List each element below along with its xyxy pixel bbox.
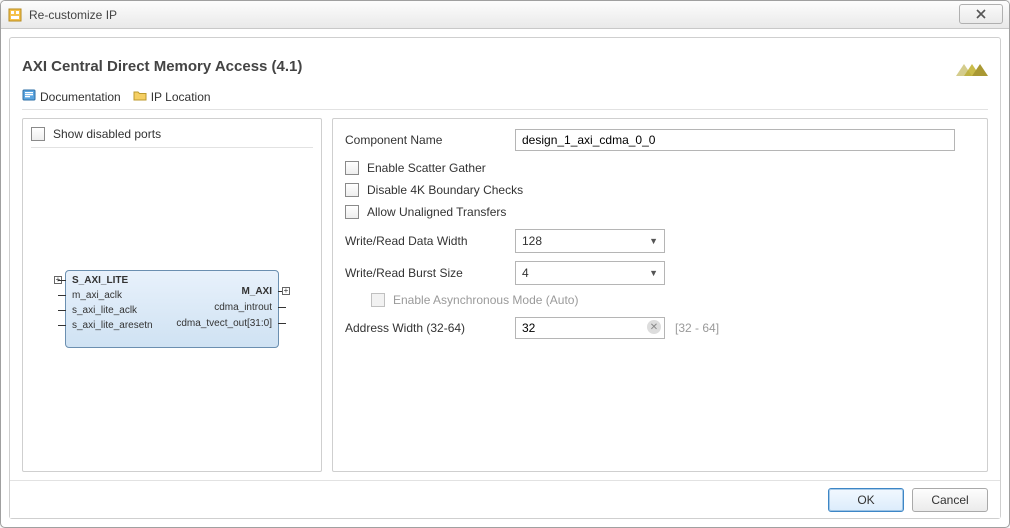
xilinx-logo-icon <box>956 50 988 82</box>
async-mode-checkbox <box>371 293 385 307</box>
content-area: Show disabled ports + S_AXI_LITE m_axi_a… <box>22 118 988 472</box>
component-name-row: Component Name <box>345 129 975 151</box>
burst-size-select[interactable]: 4 ▼ <box>515 261 665 285</box>
link-bar: Documentation IP Location <box>22 88 988 110</box>
enable-sg-label: Enable Scatter Gather <box>367 161 486 175</box>
allow-unaligned-checkbox[interactable] <box>345 205 359 219</box>
data-width-value: 128 <box>522 234 542 248</box>
config-pane: Component Name Enable Scatter Gather Dis… <box>332 118 988 472</box>
show-disabled-ports-row: Show disabled ports <box>31 127 313 148</box>
show-disabled-ports-checkbox[interactable] <box>31 127 45 141</box>
disable-4k-checkbox[interactable] <box>345 183 359 197</box>
titlebar: Re-customize IP <box>1 1 1009 29</box>
folder-icon <box>133 88 147 105</box>
port-label: cdma_introut <box>214 302 272 313</box>
component-name-input[interactable] <box>515 129 955 151</box>
port-label: S_AXI_LITE <box>72 275 128 286</box>
ip-title: AXI Central Direct Memory Access (4.1) <box>22 58 302 75</box>
enable-sg-row: Enable Scatter Gather <box>345 161 975 175</box>
port-label: M_AXI <box>241 286 272 297</box>
burst-size-label: Write/Read Burst Size <box>345 266 515 280</box>
ok-button[interactable]: OK <box>828 488 904 512</box>
data-width-label: Write/Read Data Width <box>345 234 515 248</box>
data-width-row: Write/Read Data Width 128 ▼ <box>345 229 975 253</box>
port-label: cdma_tvect_out[31:0] <box>176 318 272 329</box>
documentation-link[interactable]: Documentation <box>22 88 121 105</box>
addr-width-hint: [32 - 64] <box>675 321 719 335</box>
burst-size-row: Write/Read Burst Size 4 ▼ <box>345 261 975 285</box>
async-mode-row: Enable Asynchronous Mode (Auto) <box>345 293 975 307</box>
close-button[interactable] <box>959 4 1003 24</box>
port-label: s_axi_lite_aclk <box>72 305 137 316</box>
enable-sg-checkbox[interactable] <box>345 161 359 175</box>
allow-unaligned-row: Allow Unaligned Transfers <box>345 205 975 219</box>
chevron-down-icon: ▼ <box>649 268 658 278</box>
ip-block-preview: + S_AXI_LITE m_axi_aclk s_axi_lite_aclk … <box>31 154 313 463</box>
dialog-footer: OK Cancel <box>10 480 1000 518</box>
documentation-label: Documentation <box>40 90 121 104</box>
book-icon <box>22 88 36 105</box>
burst-size-value: 4 <box>522 266 529 280</box>
port-label: s_axi_lite_aresetn <box>72 320 153 331</box>
dialog-body: AXI Central Direct Memory Access (4.1) D… <box>9 37 1001 519</box>
ip-location-link[interactable]: IP Location <box>133 88 211 105</box>
addr-width-row: Address Width (32-64) ✕ [32 - 64] <box>345 317 975 339</box>
ip-location-label: IP Location <box>151 90 211 104</box>
allow-unaligned-label: Allow Unaligned Transfers <box>367 205 506 219</box>
data-width-select[interactable]: 128 ▼ <box>515 229 665 253</box>
cancel-label: Cancel <box>931 493 968 507</box>
port-label: m_axi_aclk <box>72 290 122 301</box>
cancel-button[interactable]: Cancel <box>912 488 988 512</box>
ip-block-symbol[interactable]: + S_AXI_LITE m_axi_aclk s_axi_lite_aclk … <box>65 270 279 348</box>
clear-icon[interactable]: ✕ <box>647 320 661 334</box>
disable-4k-label: Disable 4K Boundary Checks <box>367 183 523 197</box>
disable-4k-row: Disable 4K Boundary Checks <box>345 183 975 197</box>
ok-label: OK <box>857 493 874 507</box>
async-mode-label: Enable Asynchronous Mode (Auto) <box>393 293 578 307</box>
component-name-label: Component Name <box>345 133 515 147</box>
header-row: AXI Central Direct Memory Access (4.1) <box>22 50 988 88</box>
preview-pane: Show disabled ports + S_AXI_LITE m_axi_a… <box>22 118 322 472</box>
addr-width-label: Address Width (32-64) <box>345 321 515 335</box>
app-icon <box>7 7 23 23</box>
dialog-window: Re-customize IP AXI Central Direct Memor… <box>0 0 1010 528</box>
chevron-down-icon: ▼ <box>649 236 658 246</box>
show-disabled-ports-label: Show disabled ports <box>53 127 161 141</box>
plus-icon: + <box>282 287 290 295</box>
window-title: Re-customize IP <box>29 8 117 22</box>
addr-width-input[interactable] <box>515 317 665 339</box>
